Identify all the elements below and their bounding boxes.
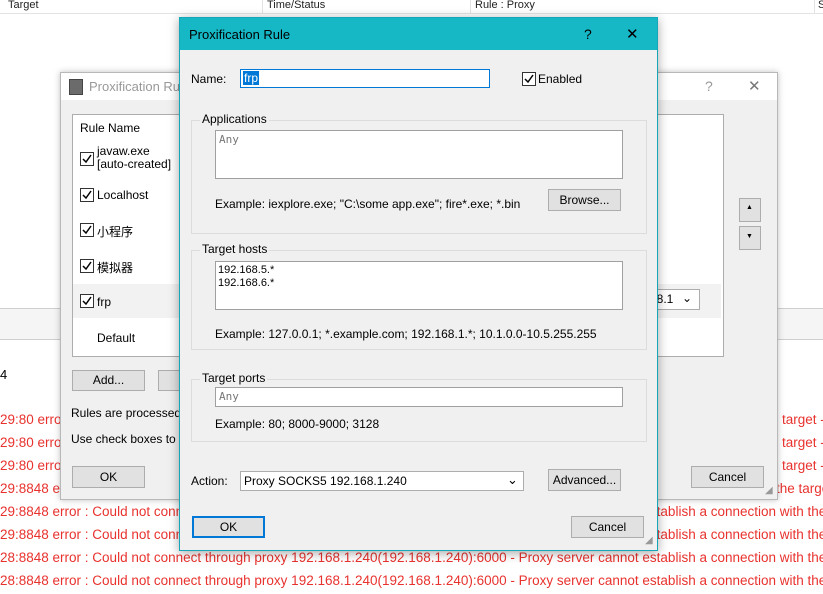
rule-name: javaw.exe [auto-created] xyxy=(97,144,172,171)
chevron-down-icon: ⌄ xyxy=(507,472,518,487)
side-label: 4 xyxy=(0,367,8,382)
log-fragment: target - xyxy=(782,412,823,427)
log-fragment: target - xyxy=(782,458,823,473)
log-fragment: 29:80 error xyxy=(0,435,67,450)
rules-window-title: Proxification Ru xyxy=(89,79,181,94)
move-up-button[interactable]: ▲ xyxy=(739,198,761,222)
help-button[interactable]: ? xyxy=(705,78,713,94)
add-rule-button[interactable]: Add... xyxy=(72,370,145,391)
rule-name: Default xyxy=(97,331,136,345)
target-hosts-group: Target hosts 192.168.5.* 192.168.6.* Exa… xyxy=(191,242,647,350)
ok-button[interactable]: OK xyxy=(192,516,265,538)
resize-grip-icon[interactable]: ◢ xyxy=(645,535,653,546)
column-target[interactable]: Target xyxy=(8,0,39,11)
cancel-button[interactable]: Cancel xyxy=(571,516,644,538)
rule-row-javaw[interactable]: javaw.exe [auto-created] xyxy=(73,143,183,177)
advanced-button[interactable]: Advanced... xyxy=(548,469,621,491)
column-separator xyxy=(814,0,815,13)
rule-name: 小程序 xyxy=(97,225,134,239)
applications-label: Applications xyxy=(200,112,269,126)
applications-value: Any xyxy=(219,133,239,146)
action-select[interactable]: Proxy SOCKS5 192.168.1.240 ⌄ xyxy=(240,471,524,491)
chevron-down-icon: ⌄ xyxy=(682,291,693,305)
log-line: 28:8848 error : Could not connect throug… xyxy=(0,550,823,565)
enabled-label: Enabled xyxy=(538,72,583,86)
browse-button[interactable]: Browse... xyxy=(548,189,621,211)
log-fragment: 29:80 error xyxy=(0,458,67,473)
target-ports-label: Target ports xyxy=(200,371,268,385)
rule-row-default[interactable]: Default xyxy=(73,320,183,354)
move-down-button[interactable]: ▼ xyxy=(739,226,761,250)
action-select-value: Proxy SOCKS5 192.168.1.240 xyxy=(244,474,407,488)
name-input-value: frp xyxy=(243,71,260,85)
log-line: 28:8848 error : Could not connect throug… xyxy=(0,573,823,588)
resize-grip-icon[interactable]: ◢ xyxy=(765,485,773,496)
column-rule-proxy[interactable]: Rule : Proxy xyxy=(475,0,535,11)
rule-checkbox[interactable] xyxy=(80,294,94,308)
column-s[interactable]: S xyxy=(818,0,823,11)
rule-row-miniprogram[interactable]: 小程序 xyxy=(73,213,183,247)
column-separator xyxy=(262,0,263,13)
applications-group: Applications Any Example: iexplore.exe; … xyxy=(191,112,647,234)
rule-checkbox[interactable] xyxy=(80,188,94,202)
column-time-status[interactable]: Time/Status xyxy=(267,0,325,11)
action-label: Action: xyxy=(191,474,228,488)
rule-name: Localhost xyxy=(97,188,149,202)
rule-checkbox[interactable] xyxy=(80,152,94,166)
close-button[interactable]: ✕ xyxy=(626,25,639,43)
target-ports-group: Target ports Any Example: 80; 8000-9000;… xyxy=(191,371,647,442)
target-host-line: 192.168.6.* xyxy=(218,277,275,289)
target-ports-value: Any xyxy=(219,390,239,403)
applications-input[interactable]: Any xyxy=(215,130,623,179)
rule-row-localhost[interactable]: Localhost xyxy=(73,178,183,212)
target-ports-input[interactable]: Any xyxy=(215,387,623,407)
name-label: Name: xyxy=(191,72,227,86)
target-ports-example: Example: 80; 8000-9000; 3128 xyxy=(215,417,380,431)
proxification-rule-dialog: Proxification Rule ? ✕ Name: frp Enabled… xyxy=(179,17,658,551)
rule-checkbox[interactable] xyxy=(80,223,94,237)
dialog-title: Proxification Rule xyxy=(189,27,291,42)
rule-checkbox[interactable] xyxy=(80,259,94,273)
log-fragment: the target xyxy=(776,481,823,496)
rules-info-text: Rules are processed fr xyxy=(71,406,192,420)
target-hosts-label: Target hosts xyxy=(200,242,270,256)
dialog-title-bar[interactable]: Proxification Rule ? ✕ xyxy=(180,18,657,50)
rules-cancel-button[interactable]: Cancel xyxy=(691,466,764,488)
arrow-down-icon: ▼ xyxy=(746,233,753,240)
target-host-line: 192.168.5.* xyxy=(218,264,275,276)
applications-example: Example: iexplore.exe; "C:\some app.exe"… xyxy=(215,197,521,211)
column-separator xyxy=(470,0,471,13)
arrow-up-icon: ▲ xyxy=(746,204,753,211)
close-button[interactable]: ✕ xyxy=(748,77,761,95)
target-hosts-input[interactable]: 192.168.5.* 192.168.6.* xyxy=(215,261,623,310)
rule-name: frp xyxy=(97,295,112,309)
name-input[interactable]: frp xyxy=(240,69,490,88)
rules-ok-button[interactable]: OK xyxy=(72,466,145,488)
help-button[interactable]: ? xyxy=(584,26,592,42)
app-icon xyxy=(69,79,83,95)
rule-name: 模拟器 xyxy=(97,261,134,275)
column-rule-name[interactable]: Rule Name xyxy=(80,121,140,135)
rule-row-emulator[interactable]: 模拟器 xyxy=(73,249,183,283)
target-hosts-example: Example: 127.0.0.1; *.example.com; 192.1… xyxy=(215,327,597,341)
log-fragment: target - xyxy=(782,435,823,450)
log-column-header: Target Time/Status Rule : Proxy S xyxy=(0,0,823,14)
enabled-checkbox[interactable] xyxy=(522,72,536,86)
rules-info-text: Use check boxes to en xyxy=(71,432,193,446)
log-fragment: 29:80 error xyxy=(0,412,67,427)
